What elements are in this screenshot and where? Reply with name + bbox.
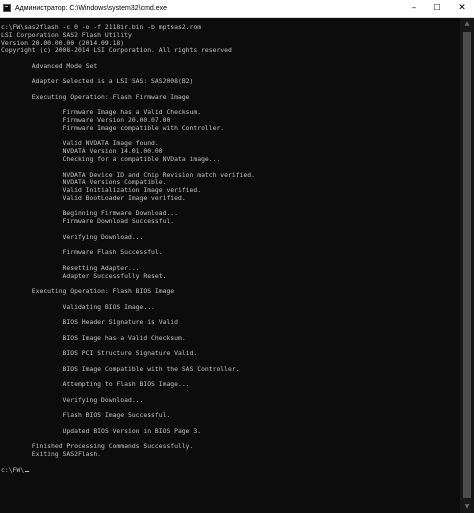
console-line: Verifying Download...: [1, 232, 144, 241]
console-line: Advanced Mode Set: [1, 61, 98, 70]
close-button[interactable]: ✕: [450, 0, 474, 17]
console-line: Executing Operation: Flash BIOS Image: [1, 287, 175, 296]
console-line: Firmware Image compatible with Controlle…: [1, 123, 225, 132]
console-line: Validating BIOS Image...: [1, 302, 155, 311]
console-line: Updated BIOS Version in BIOS Page 3.: [1, 426, 202, 435]
console-line: Executing Operation: Flash Firmware Imag…: [1, 92, 190, 101]
console-line: Exiting SAS2Flash.: [1, 450, 102, 459]
console-line: Valid BootLoader Image verified.: [1, 193, 186, 202]
console-line: Firmware Download Successful.: [1, 217, 175, 226]
console-line: Checking for a compatible NVData image..…: [1, 155, 221, 164]
console-line: BIOS Header Signature is Valid: [1, 318, 178, 327]
minimize-button[interactable]: –: [403, 0, 425, 17]
cmd-icon[interactable]: [3, 4, 11, 12]
window-title: Администратор: C:\Windows\system32\cmd.e…: [15, 5, 168, 12]
console-line: BIOS PCI Structure Signature Valid.: [1, 349, 198, 358]
maximize-button[interactable]: ☐: [426, 0, 448, 17]
cmd-window: Администратор: C:\Windows\system32\cmd.e…: [0, 0, 474, 513]
console-line: Verifying Download...: [1, 395, 144, 404]
scroll-up-arrow-icon[interactable]: ▲: [460, 18, 474, 30]
console-line: Adapter Successfully Reset.: [1, 271, 167, 280]
scroll-thumb[interactable]: [463, 32, 471, 498]
console-line: Flash BIOS Image Successful.: [1, 411, 171, 420]
console-line: Attempting to Flash BIOS Image...: [1, 380, 190, 389]
console-line: Copyright (c) 2008-2014 LSI Corporation.…: [1, 46, 232, 55]
scroll-down-arrow-icon[interactable]: ▼: [460, 501, 474, 513]
console-line: BIOS Image Compatible with the SAS Contr…: [1, 364, 240, 373]
title-bar[interactable]: Администратор: C:\Windows\system32\cmd.e…: [0, 0, 474, 18]
console-line: BIOS Image has a Valid Checksum.: [1, 333, 186, 342]
console-line: Firmware Flash Successful.: [1, 248, 163, 257]
console-output[interactable]: c:\FW\sas2flash -c 0 -o -f 2118ir.bin -b…: [1, 24, 459, 511]
text-cursor: [25, 470, 30, 472]
console-line: Adapter Selected is a LSI SAS: SAS2008(B…: [1, 77, 194, 86]
console-line: c:\FW\: [1, 466, 459, 475]
vertical-scrollbar[interactable]: ▲ ▼: [460, 18, 474, 513]
